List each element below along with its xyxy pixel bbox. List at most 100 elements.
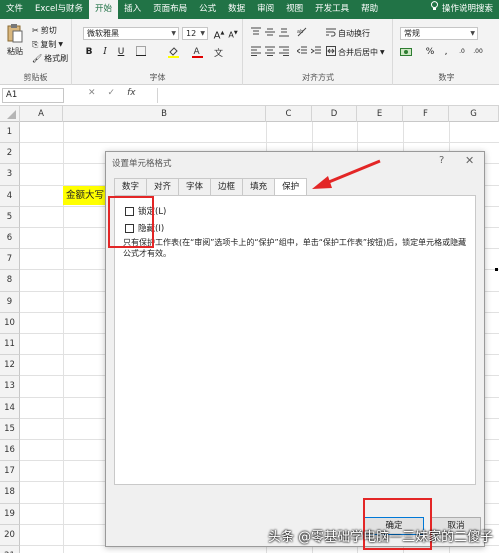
format-painter-label: 格式刷 [44, 54, 69, 63]
increase-indent-icon[interactable] [310, 46, 322, 58]
paste-button[interactable]: 粘贴 [6, 23, 24, 57]
tab-view[interactable]: 视图 [280, 0, 309, 19]
clipboard-group-label: 剪贴板 [23, 73, 48, 82]
align-center-icon[interactable] [264, 46, 276, 58]
tab-formulas[interactable]: 公式 [193, 0, 222, 19]
tab-help[interactable]: 帮助 [355, 0, 384, 19]
tab-fill[interactable]: 填充 [242, 178, 276, 195]
column-header-a[interactable]: A [20, 106, 63, 122]
row-header[interactable]: 1 [0, 122, 20, 144]
percent-icon[interactable]: % [424, 46, 436, 58]
tab-number[interactable]: 数字 [114, 178, 148, 195]
tab-home[interactable]: 开始 [89, 0, 119, 19]
chevron-down-icon: ▼ [171, 30, 176, 37]
align-top-icon[interactable] [250, 27, 262, 39]
hidden-checkbox[interactable]: 隐藏(I) [125, 222, 164, 234]
row-header[interactable]: 19 [0, 503, 20, 525]
row-header[interactable]: 17 [0, 461, 20, 483]
merge-center-button[interactable]: 合并后居中 ▼ [326, 46, 385, 58]
align-left-icon[interactable] [250, 46, 262, 58]
column-header-b[interactable]: B [63, 106, 266, 122]
confirm-entry-icon[interactable]: ✓ [108, 88, 116, 98]
chevron-down-icon: ▼ [58, 41, 64, 48]
cell-b4[interactable]: 金额大写 [63, 186, 105, 205]
comma-style-icon[interactable]: , [440, 46, 452, 58]
row-header[interactable]: 3 [0, 164, 20, 186]
row-header[interactable]: 21 [0, 546, 20, 553]
row-header[interactable]: 12 [0, 355, 20, 377]
italic-button[interactable]: I [99, 46, 111, 58]
row-header[interactable]: 11 [0, 334, 20, 356]
row-header[interactable]: 8 [0, 270, 20, 292]
copy-button[interactable]: ⎘ 复制 ▼ [32, 39, 63, 50]
tell-me-search[interactable]: 操作说明搜索 [424, 0, 499, 19]
decrease-font-icon[interactable]: A▼ [227, 27, 239, 40]
row-header[interactable]: 6 [0, 228, 20, 250]
tab-border[interactable]: 边框 [210, 178, 244, 195]
column-headers: A B C D E F G [0, 106, 499, 122]
formula-input[interactable] [157, 88, 497, 103]
tab-alignment[interactable]: 对齐 [146, 178, 180, 195]
close-icon[interactable]: ✕ [465, 154, 474, 167]
alignment-group-label: 对齐方式 [302, 73, 334, 82]
row-header[interactable]: 15 [0, 418, 20, 440]
column-header-g[interactable]: G [449, 106, 499, 122]
row-header[interactable]: 13 [0, 376, 20, 398]
name-box[interactable]: A1 [2, 88, 64, 103]
checkbox-box[interactable] [125, 206, 134, 216]
column-header-d[interactable]: D [312, 106, 357, 122]
number-format-select[interactable]: 常规 ▼ [400, 27, 478, 40]
font-name-value: 微软雅黑 [87, 29, 119, 38]
column-header-f[interactable]: F [403, 106, 449, 122]
number-format-value: 常规 [404, 29, 420, 38]
cut-button[interactable]: ✂ 剪切 [32, 25, 57, 36]
select-all-corner[interactable] [0, 106, 20, 122]
decrease-decimal-icon[interactable]: .00 [472, 46, 484, 58]
column-header-c[interactable]: C [266, 106, 312, 122]
accounting-format-icon[interactable] [400, 46, 412, 58]
row-header[interactable]: 5 [0, 206, 20, 228]
cancel-entry-icon[interactable]: ✕ [88, 88, 96, 98]
align-middle-icon[interactable] [264, 27, 276, 39]
tab-font[interactable]: 字体 [178, 178, 212, 195]
align-right-icon[interactable] [278, 46, 290, 58]
wrap-text-button[interactable]: 自动换行 [326, 27, 370, 39]
row-header[interactable]: 2 [0, 143, 20, 165]
orientation-icon[interactable]: ab [296, 27, 308, 39]
checkbox-box[interactable] [125, 223, 134, 233]
tab-page-layout[interactable]: 页面布局 [147, 0, 193, 19]
font-name-select[interactable]: 微软雅黑 ▼ [83, 27, 179, 40]
help-button[interactable]: ? [439, 155, 444, 166]
underline-button[interactable]: U [115, 46, 127, 58]
tab-data[interactable]: 数据 [222, 0, 251, 19]
increase-decimal-icon[interactable]: .0 [456, 46, 468, 58]
increase-font-icon[interactable]: A▲ [213, 27, 225, 41]
row-header[interactable]: 20 [0, 524, 20, 546]
align-bottom-icon[interactable] [278, 27, 290, 39]
row-header[interactable]: 9 [0, 291, 20, 313]
phonetic-icon[interactable]: 文 [213, 46, 225, 59]
tab-file[interactable]: 文件 [0, 0, 29, 19]
row-header[interactable]: 14 [0, 397, 20, 419]
font-color-icon[interactable]: A [191, 46, 203, 58]
borders-icon[interactable] [135, 46, 147, 58]
tab-insert[interactable]: 插入 [118, 0, 147, 19]
row-header[interactable]: 4 [0, 185, 20, 207]
fill-color-icon[interactable] [167, 46, 179, 58]
row-header[interactable]: 16 [0, 440, 20, 462]
row-header[interactable]: 18 [0, 482, 20, 504]
locked-checkbox[interactable]: 锁定(L) [125, 205, 166, 217]
row-header[interactable]: 10 [0, 312, 20, 334]
hidden-label: 隐藏(I) [138, 224, 165, 234]
insert-function-icon[interactable]: fx [127, 88, 136, 98]
row-header[interactable]: 7 [0, 249, 20, 271]
font-size-select[interactable]: 12 ▼ [182, 27, 208, 40]
tab-review[interactable]: 审阅 [251, 0, 280, 19]
decrease-indent-icon[interactable] [296, 46, 308, 58]
tab-protection[interactable]: 保护 [274, 178, 308, 196]
tab-developer[interactable]: 开发工具 [309, 0, 355, 19]
bold-button[interactable]: B [83, 46, 95, 58]
column-header-e[interactable]: E [357, 106, 403, 122]
format-painter-button[interactable]: 🖌 格式刷 [32, 53, 68, 64]
tab-excel-finance[interactable]: Excel与财务 [29, 0, 89, 19]
